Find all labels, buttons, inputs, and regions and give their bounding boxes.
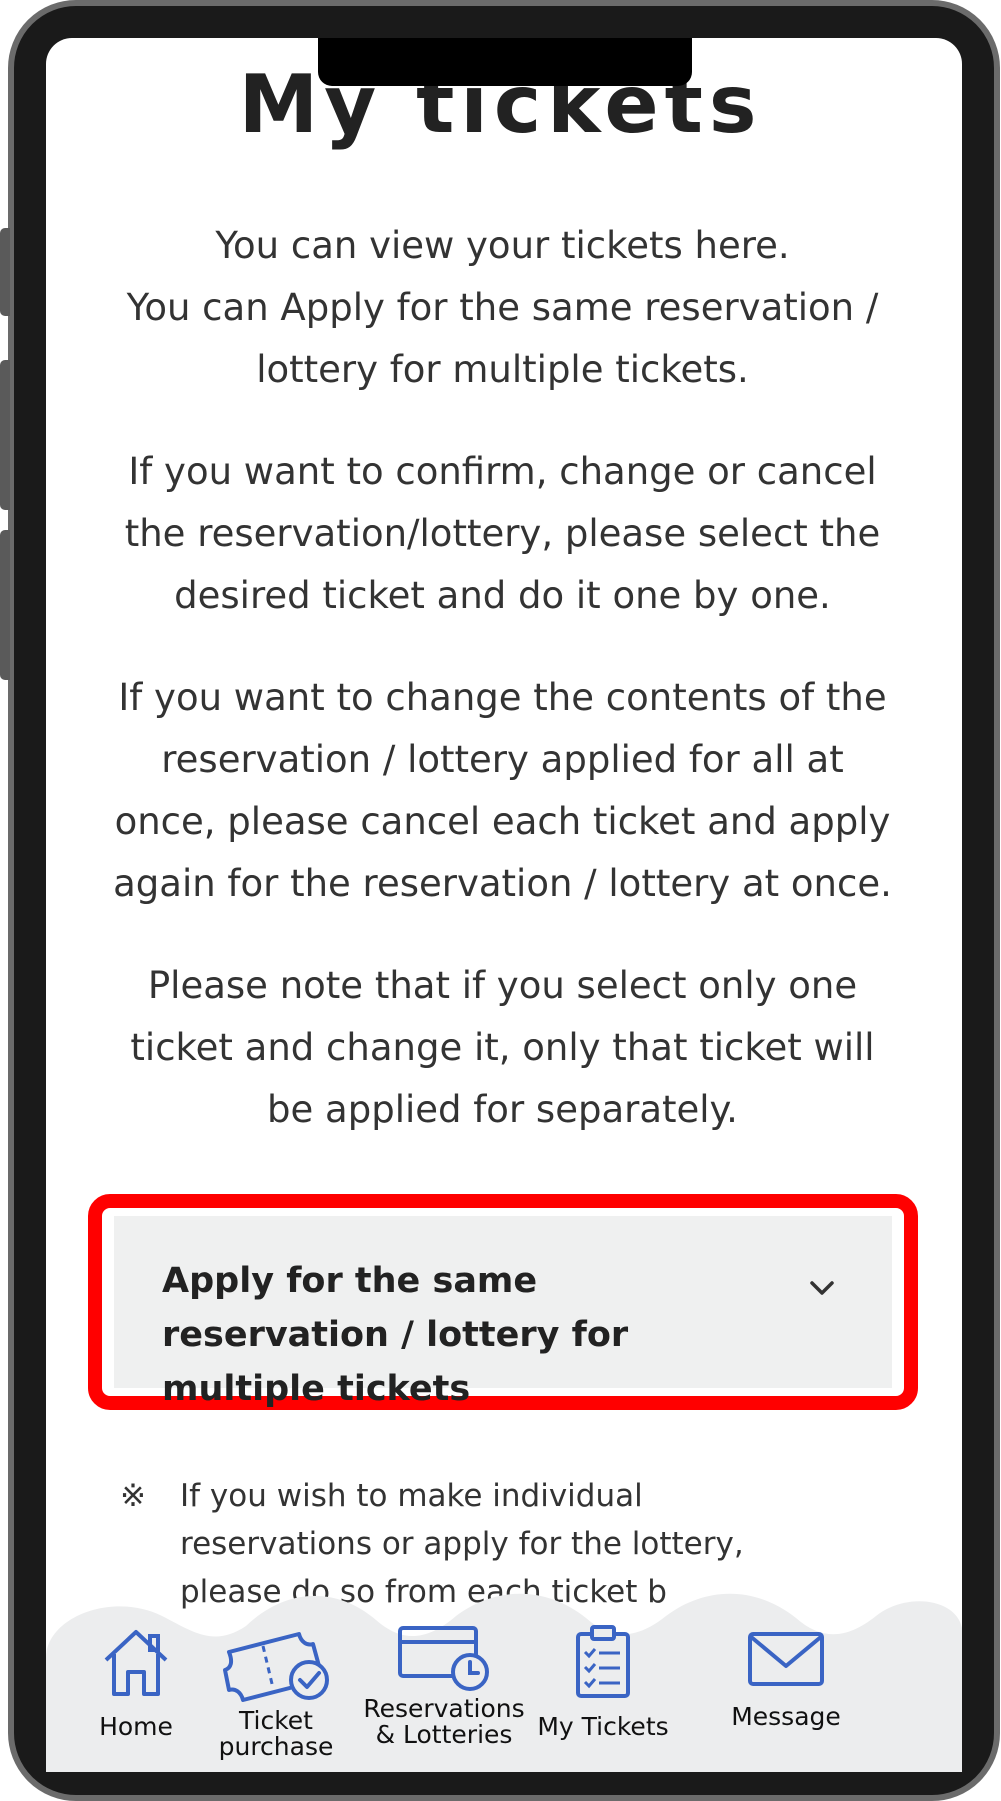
nav-label: My Tickets (537, 1712, 669, 1741)
calendar-clock-icon (398, 1626, 489, 1691)
bottom-nav: Home Ticket purchase Reservations & Lott… (46, 1568, 962, 1772)
side-button (0, 360, 10, 510)
chevron-down-icon (810, 1281, 834, 1295)
accordion-label: Apply for the same reservation / lottery… (162, 1261, 629, 1409)
clipboard-list-icon (576, 1625, 630, 1698)
nav-message[interactable]: Message (696, 1622, 876, 1730)
nav-label: Reservations & Lotteries (363, 1694, 525, 1749)
intro-paragraph: You can view your tickets here. You can … (126, 224, 879, 391)
home-icon (104, 1630, 168, 1696)
side-button (0, 228, 10, 316)
nav-my-tickets[interactable]: My Tickets (513, 1622, 693, 1740)
nav-label: Ticket purchase (218, 1706, 334, 1761)
intro-paragraph: If you want to confirm, change or cancel… (124, 450, 881, 617)
ticket-purchase-icon (223, 1632, 329, 1702)
nav-ticket-purchase[interactable]: Ticket purchase (186, 1622, 366, 1760)
note-mark: ※ (120, 1478, 146, 1514)
intro-paragraph: Please note that if you select only one … (130, 964, 875, 1131)
intro-paragraphs: You can view your tickets here. You can … (110, 215, 895, 1181)
nav-reservations-lotteries[interactable]: Reservations & Lotteries (354, 1622, 534, 1748)
side-button (0, 530, 10, 680)
notch (318, 38, 692, 86)
multi-ticket-accordion[interactable]: Apply for the same reservation / lottery… (114, 1216, 892, 1409)
intro-paragraph: If you want to change the contents of th… (113, 676, 892, 905)
nav-label: Message (731, 1702, 841, 1731)
envelope-icon (748, 1632, 824, 1686)
